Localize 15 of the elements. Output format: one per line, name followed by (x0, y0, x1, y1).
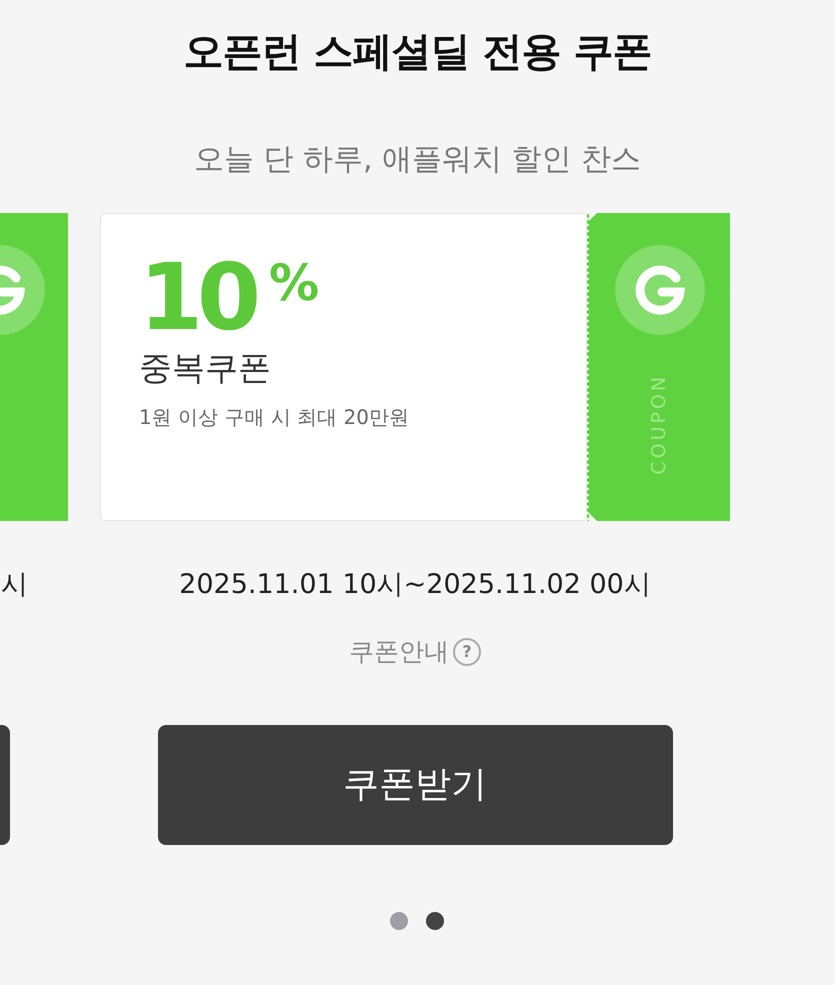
coupon-period: 2025.11.01 10시~2025.11.02 00시 (179, 568, 651, 602)
get-coupon-button[interactable]: 쿠폰받기 (158, 725, 672, 845)
discount-value: 10 (139, 252, 256, 344)
pagination-dot[interactable] (426, 912, 444, 930)
stub-label: COUPON (647, 374, 672, 475)
discount-unit: % (269, 258, 320, 308)
coupon-period: 시 (1, 568, 29, 602)
page-title: 오픈런 스페셜딜 전용 쿠폰 (182, 28, 652, 76)
coupon-condition: 1원 이상 구매 시 최대 20만원 (139, 404, 410, 431)
help-icon[interactable]: ? (453, 638, 481, 666)
get-coupon-button[interactable] (0, 725, 10, 845)
coupon-name: 중복쿠폰 (139, 348, 272, 388)
coupon-info-link[interactable]: 쿠폰안내 (349, 633, 449, 671)
pagination-dot[interactable] (390, 912, 408, 930)
subtitle: 오늘 단 하루, 애플워치 할인 찬스 (192, 141, 642, 179)
